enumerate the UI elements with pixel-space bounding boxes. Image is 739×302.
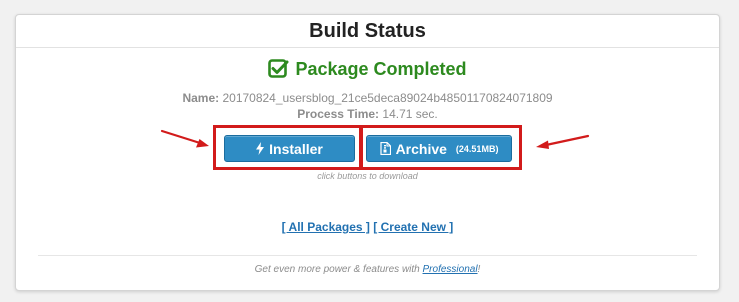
create-new-link[interactable]: [ Create New ]	[373, 220, 453, 234]
process-time-line: Process Time: 14.71 sec.	[16, 106, 719, 122]
installer-button[interactable]: Installer	[224, 135, 355, 162]
package-name-line: Name: 20170824_usersblog_21ce5deca89024b…	[16, 90, 719, 106]
professional-link[interactable]: Professional	[423, 264, 478, 275]
check-square-icon	[268, 59, 289, 78]
process-time-label: Process Time:	[297, 107, 380, 121]
installer-label: Installer	[269, 140, 323, 157]
left-arrow-annotation	[160, 129, 209, 148]
archive-label: Archive	[395, 140, 447, 157]
name-value: 20170824_usersblog_21ce5deca89024b485011…	[222, 91, 553, 105]
footer-suffix: !	[477, 264, 481, 275]
build-status-panel: Build Status Package Completed Name: 201…	[15, 14, 720, 291]
divider	[38, 255, 697, 256]
file-archive-icon	[379, 142, 391, 155]
process-time-value: 14.71 sec.	[382, 107, 438, 121]
download-hint: click buttons to download	[317, 171, 418, 181]
status-text: Package Completed	[295, 59, 467, 79]
package-meta: Name: 20170824_usersblog_21ce5deca89024b…	[16, 90, 719, 122]
panel-title: Build Status	[309, 19, 426, 42]
lightning-bolt-icon	[256, 142, 265, 155]
name-label: Name:	[182, 91, 220, 105]
archive-button[interactable]: Archive (24.51MB)	[366, 135, 512, 162]
footer-prefix: Get even more power & features with	[254, 264, 423, 275]
all-packages-link[interactable]: [ All Packages ]	[282, 220, 370, 234]
right-arrow-annotation	[536, 134, 590, 149]
footer-promo: Get even more power & features with Prof…	[16, 264, 719, 275]
archive-size: (24.51MB)	[455, 143, 499, 154]
package-links: [ All Packages ] [ Create New ]	[16, 220, 719, 234]
status-row: Package Completed	[16, 59, 719, 80]
panel-header: Build Status	[16, 15, 719, 48]
